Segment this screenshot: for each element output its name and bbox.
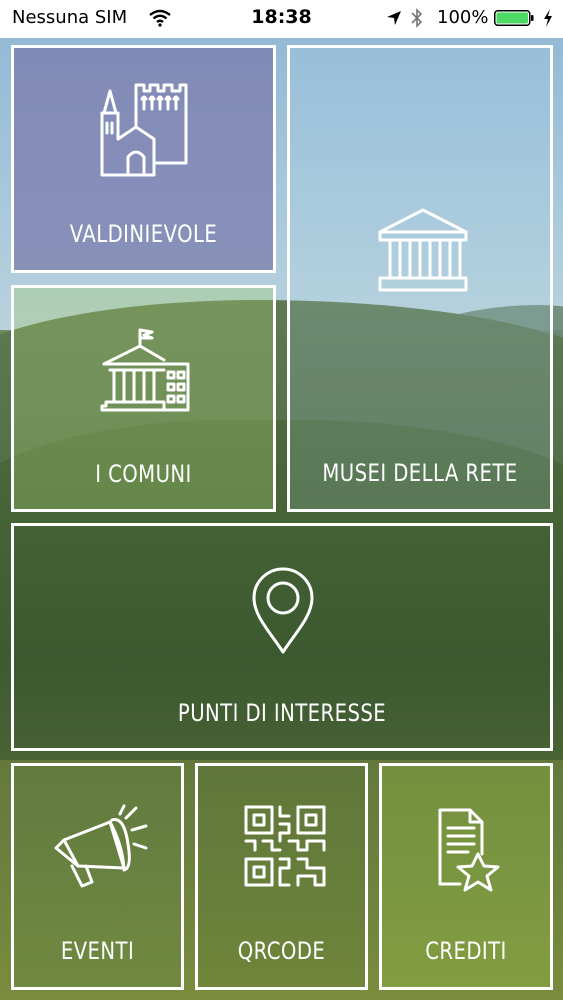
document-star-icon (438, 808, 500, 892)
tile-label: CREDITI (425, 937, 507, 965)
museum-icon (378, 208, 468, 292)
town-hall-icon (100, 328, 190, 412)
bluetooth-icon (411, 8, 423, 28)
map-pin-icon (252, 567, 314, 654)
battery-percentage: 100% (437, 7, 489, 28)
battery-icon (494, 10, 534, 26)
megaphone-icon (54, 804, 148, 888)
tile-comuni[interactable]: I COMUNI (11, 285, 276, 512)
charging-bolt-icon (544, 9, 552, 27)
tile-eventi[interactable]: EVENTI (11, 763, 184, 990)
tile-crediti[interactable]: CREDITI (379, 763, 553, 990)
tile-valdinievole[interactable]: VALDINIEVOLE (11, 45, 276, 273)
tile-punti-di-interesse[interactable]: PUNTI DI INTERESSE (11, 523, 553, 751)
tile-label: QRCODE (237, 937, 326, 965)
location-arrow-icon (387, 11, 401, 25)
tile-qrcode[interactable]: QRCODE (195, 763, 368, 990)
castle-icon (100, 83, 188, 177)
tile-label: VALDINIEVOLE (69, 220, 218, 248)
tile-label: EVENTI (60, 937, 135, 965)
tile-musei-della-rete[interactable]: MUSEI DELLA RETE (287, 45, 553, 512)
qrcode-icon (244, 805, 326, 887)
tile-label: PUNTI DI INTERESSE (177, 699, 387, 727)
tile-label: I COMUNI (95, 460, 192, 488)
status-bar: Nessuna SIM 18:38 100% (0, 0, 563, 38)
tile-label: MUSEI DELLA RETE (322, 459, 518, 487)
